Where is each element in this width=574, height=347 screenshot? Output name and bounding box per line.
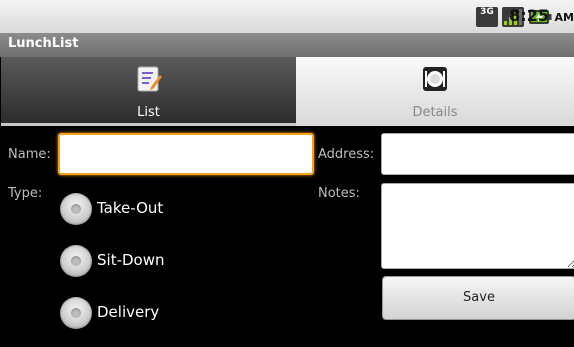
name-field[interactable]	[58, 133, 314, 175]
title-bar: LunchList	[0, 33, 574, 57]
tab-bar: List Details	[0, 57, 574, 126]
name-label: Name:	[8, 147, 51, 162]
type-label: Type:	[8, 186, 43, 201]
status-bar: 3G 8:25 AM	[0, 0, 574, 33]
radio-button-icon	[60, 297, 92, 329]
network-3g-icon: 3G	[476, 7, 498, 27]
address-label: Address:	[318, 147, 375, 162]
radio-button-icon	[60, 245, 92, 277]
notes-label: Notes:	[318, 186, 360, 201]
tab-details-label: Details	[412, 105, 458, 120]
radio-sit-down[interactable]: Sit-Down	[60, 243, 250, 279]
radio-delivery-label: Delivery	[97, 303, 160, 321]
tab-details[interactable]: Details	[296, 57, 574, 126]
save-button[interactable]: Save	[382, 276, 574, 320]
app-title: LunchList	[8, 36, 79, 51]
tab-list[interactable]: List	[1, 57, 296, 126]
radio-sit-down-label: Sit-Down	[97, 251, 165, 269]
restaurant-icon	[423, 67, 447, 91]
radio-take-out-label: Take-Out	[97, 199, 164, 217]
notes-field[interactable]	[381, 183, 574, 269]
radio-button-icon	[60, 193, 92, 225]
tab-list-label: List	[137, 105, 160, 120]
list-icon	[137, 66, 162, 92]
radio-take-out[interactable]: Take-Out	[60, 191, 250, 227]
address-field[interactable]	[381, 133, 574, 175]
radio-delivery[interactable]: Delivery	[60, 295, 250, 331]
clock: 8:25 AM	[509, 6, 574, 25]
